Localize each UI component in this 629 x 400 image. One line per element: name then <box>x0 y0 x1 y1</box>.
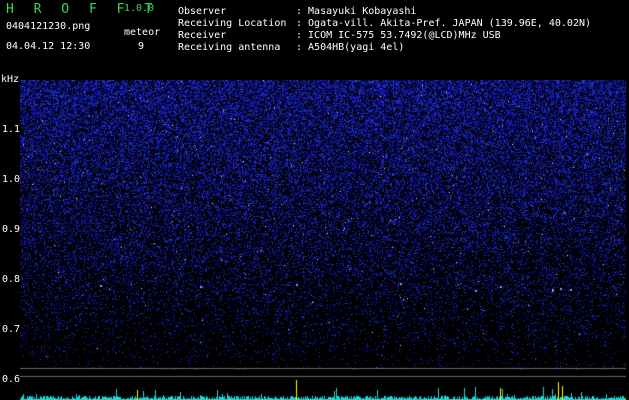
file-name: 0404121230.png <box>6 21 91 32</box>
file-datetime: 04.04.12 12:30 <box>6 41 91 52</box>
freq-tick: 1.1 <box>2 124 21 135</box>
location-label: Receiving Location <box>178 18 287 29</box>
freq-tick: 0.7 <box>2 324 21 335</box>
meteor-label: meteor <box>124 27 161 38</box>
receiver-value: : ICOM IC-575 53.7492(@LCD)MHz USB <box>296 30 501 41</box>
observer-value: : Masayuki Kobayashi <box>296 6 417 17</box>
location-value: : Ogata-vill. Akita-Pref. JAPAN (139.96E… <box>296 18 592 29</box>
observer-label: Observer <box>178 6 227 17</box>
freq-tick: 0.9 <box>2 224 21 235</box>
unit-label: kHz <box>1 74 20 85</box>
antenna-value: : A504HB(yagi 4el) <box>296 42 405 53</box>
meteor-count: 9 <box>138 41 145 52</box>
receiver-label: Receiver <box>178 30 227 41</box>
antenna-label: Receiving antenna <box>178 42 281 53</box>
app-version: 1.0.0 <box>124 3 155 14</box>
spectrogram-plot <box>20 80 626 400</box>
freq-tick: 0.6 <box>2 374 21 385</box>
freq-tick: 1.0 <box>2 174 21 185</box>
spectrogram-canvas <box>20 80 626 400</box>
freq-tick: 0.8 <box>2 274 21 285</box>
